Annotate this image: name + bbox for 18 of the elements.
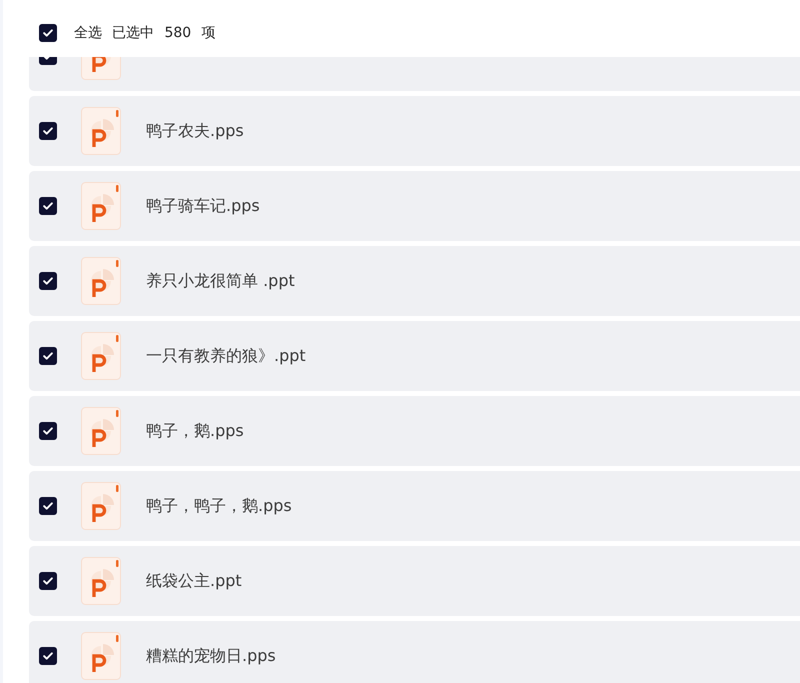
file-name: 鸭子，鹅.pps bbox=[146, 420, 244, 442]
file-name: 一只有教养的狼》.ppt bbox=[146, 346, 306, 366]
file-row[interactable]: 养只小龙很简单 .ppt bbox=[29, 246, 800, 316]
selection-count: 已选中 580 项 bbox=[112, 24, 216, 42]
file-name: 养只小龙很简单 .ppt bbox=[146, 270, 295, 292]
file-row[interactable]: 纸袋公主.ppt bbox=[29, 546, 800, 616]
file-name: 鸭子骑车记.pps bbox=[146, 196, 260, 216]
file-name: 鸭子农夫.pps bbox=[146, 120, 244, 142]
file-row[interactable]: 鸭子，鸭子，鹅.pps bbox=[29, 471, 800, 541]
file-name: 鸭子，鸭子，鹅.pps bbox=[146, 496, 292, 516]
file-row[interactable]: 鸭子骑车记.pps bbox=[29, 171, 800, 241]
file-row[interactable]: 糟糕的宠物日.pps bbox=[29, 621, 800, 683]
select-all-label[interactable]: 全选 bbox=[74, 24, 102, 42]
file-row[interactable]: 鸭子农夫.pps bbox=[29, 96, 800, 166]
file-row[interactable]: 一只有教养的狼》.ppt bbox=[29, 321, 800, 391]
file-row[interactable]: 鸭子，鹅.pps bbox=[29, 396, 800, 466]
file-name: 糟糕的宠物日.pps bbox=[146, 646, 276, 666]
file-name: 纸袋公主.ppt bbox=[146, 570, 242, 592]
